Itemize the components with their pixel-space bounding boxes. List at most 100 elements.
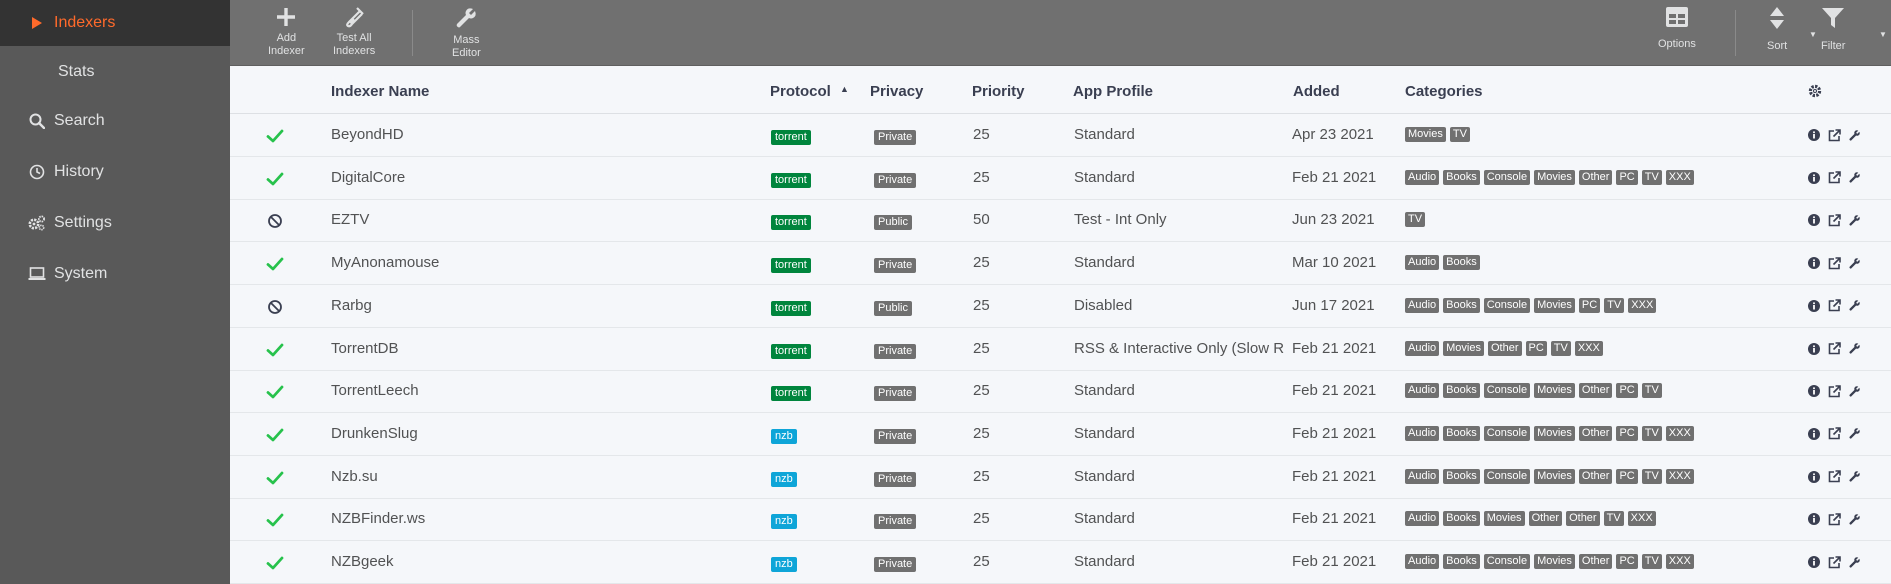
category-badge: Movies xyxy=(1534,468,1575,484)
wrench-icon[interactable] xyxy=(1847,341,1861,357)
categories-list: Movies TV xyxy=(1405,127,1470,142)
categories-list: Audio Books Console Movies Other PC TV XXX xyxy=(1405,425,1694,441)
options-button[interactable]: Options xyxy=(1658,6,1696,51)
category-badge: Audio xyxy=(1405,511,1440,527)
column-header-protocol[interactable]: Protocol xyxy=(770,83,831,100)
wrench-icon[interactable] xyxy=(1847,127,1861,143)
info-icon[interactable] xyxy=(1807,212,1821,228)
wrench-icon[interactable] xyxy=(1847,511,1861,527)
protocol-badge: nzb xyxy=(771,557,797,572)
filter-icon xyxy=(1822,8,1845,28)
categories-list: Audio Books Movies Other Other TV XXX xyxy=(1405,511,1656,527)
protocol-badge: torrent xyxy=(771,300,811,316)
test-all-indexers-button[interactable]: Test All Indexers xyxy=(333,6,375,58)
category-badge: Console xyxy=(1483,425,1531,441)
test-all-label-2: Indexers xyxy=(333,45,376,57)
row-actions xyxy=(1807,554,1861,570)
column-header-categories[interactable]: Categories xyxy=(1405,83,1483,100)
sidebar-item-stats[interactable]: Stats xyxy=(0,49,230,95)
priority-value: 25 xyxy=(973,126,990,143)
sidebar-item-label: History xyxy=(54,163,104,180)
wrench-icon[interactable] xyxy=(1847,170,1861,186)
external-link-icon[interactable] xyxy=(1827,554,1841,570)
wrench-icon xyxy=(457,8,477,28)
info-icon[interactable] xyxy=(1807,554,1821,570)
external-link-icon[interactable] xyxy=(1827,127,1841,143)
sidebar-item-history[interactable]: History xyxy=(0,149,230,195)
sort-button[interactable]: Sort xyxy=(1767,6,1787,53)
info-icon[interactable] xyxy=(1807,170,1821,186)
category-badge: Console xyxy=(1483,468,1531,484)
info-icon[interactable] xyxy=(1807,298,1821,314)
toolbar: Add Indexer Test All Indexers Mass Edito… xyxy=(230,0,1891,66)
info-icon[interactable] xyxy=(1807,341,1821,357)
flask-icon xyxy=(346,7,364,28)
category-badge: TV xyxy=(1405,212,1426,228)
privacy-badge: Private xyxy=(874,172,917,188)
wrench-icon[interactable] xyxy=(1847,554,1861,570)
category-badge: Console xyxy=(1483,383,1531,399)
sort-caret-icon[interactable]: ▼ xyxy=(1809,30,1817,39)
category-badge: TV xyxy=(1449,127,1470,142)
column-header-privacy[interactable]: Privacy xyxy=(870,83,923,100)
info-icon[interactable] xyxy=(1807,426,1821,442)
column-header-priority[interactable]: Priority xyxy=(972,83,1025,100)
external-link-icon[interactable] xyxy=(1827,469,1841,485)
sidebar-item-settings[interactable]: Settings xyxy=(0,200,230,246)
table-options-gear-icon[interactable] xyxy=(1808,84,1822,103)
external-link-icon[interactable] xyxy=(1827,426,1841,442)
privacy-badge: Private xyxy=(874,428,917,444)
wrench-icon[interactable] xyxy=(1847,426,1861,442)
protocol-badge: torrent xyxy=(771,215,811,231)
disabled-icon xyxy=(266,298,284,316)
info-icon[interactable] xyxy=(1807,511,1821,527)
category-badge: Audio xyxy=(1405,468,1440,484)
row-actions xyxy=(1807,170,1861,186)
filter-button[interactable]: Filter xyxy=(1821,6,1845,53)
category-badge: Audio xyxy=(1405,169,1440,185)
info-icon[interactable] xyxy=(1807,255,1821,271)
external-link-icon[interactable] xyxy=(1827,341,1841,357)
external-link-icon[interactable] xyxy=(1827,255,1841,271)
wrench-icon[interactable] xyxy=(1847,212,1861,228)
external-link-icon[interactable] xyxy=(1827,170,1841,186)
mass-editor-button[interactable]: Mass Editor xyxy=(452,6,481,60)
wrench-icon[interactable] xyxy=(1847,383,1861,399)
table-row: Rarbg torrent Public 25 Disabled Jun 17 2021 A… xyxy=(230,285,1891,328)
table-row: DigitalCore torrent Private 25 Standard Feb 2… xyxy=(230,157,1891,200)
category-badge: XXX xyxy=(1665,468,1694,484)
category-badge: Books xyxy=(1443,297,1480,313)
category-badge: Books xyxy=(1443,468,1480,484)
category-badge: Console xyxy=(1483,297,1531,313)
info-icon[interactable] xyxy=(1807,383,1821,399)
external-link-icon[interactable] xyxy=(1827,298,1841,314)
filter-caret-icon[interactable]: ▼ xyxy=(1879,30,1887,39)
column-header-name[interactable]: Indexer Name xyxy=(331,83,429,100)
category-badge: XXX xyxy=(1665,554,1694,569)
category-badge: PC xyxy=(1616,554,1638,569)
wrench-icon[interactable] xyxy=(1847,255,1861,271)
info-icon[interactable] xyxy=(1807,127,1821,143)
indexer-name: Rarbg xyxy=(331,296,372,314)
info-icon[interactable] xyxy=(1807,469,1821,485)
row-actions xyxy=(1807,426,1861,442)
column-header-app-profile[interactable]: App Profile xyxy=(1073,83,1153,100)
wrench-icon[interactable] xyxy=(1847,469,1861,485)
category-badge: Movies xyxy=(1534,425,1575,441)
indexer-table: Indexer Name Protocol ▲ Privacy Priority… xyxy=(230,66,1891,584)
column-header-added[interactable]: Added xyxy=(1293,83,1340,100)
wrench-icon[interactable] xyxy=(1847,298,1861,314)
external-link-icon[interactable] xyxy=(1827,212,1841,228)
category-badge: TV xyxy=(1604,297,1625,313)
table-row: NZBFinder.ws nzb Private 25 Standard Feb 21 2… xyxy=(230,498,1891,542)
table-header: Indexer Name Protocol ▲ Privacy Priority… xyxy=(230,66,1891,114)
row-actions xyxy=(1807,383,1861,399)
sidebar-item-indexers[interactable]: Indexers xyxy=(0,0,230,46)
sidebar-item-system[interactable]: System xyxy=(0,251,230,297)
toolbar-separator xyxy=(1735,10,1736,56)
external-link-icon[interactable] xyxy=(1827,511,1841,527)
sidebar-item-search[interactable]: Search xyxy=(0,98,230,144)
add-indexer-button[interactable]: Add Indexer xyxy=(268,6,305,58)
sidebar: Indexers Stats Search History Settings S… xyxy=(0,0,230,584)
external-link-icon[interactable] xyxy=(1827,383,1841,399)
